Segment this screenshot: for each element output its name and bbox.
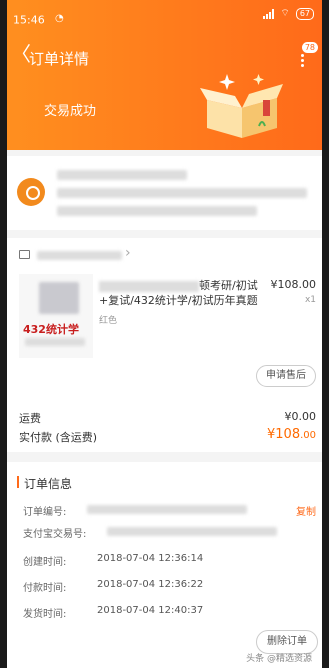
location-pin-icon	[17, 178, 45, 206]
shop-name-redacted[interactable]	[37, 251, 122, 260]
order-header: 15:46 ◔ ⌔ 67 〈 订单详情 78 交易成功	[7, 0, 322, 150]
address-line-redacted	[57, 188, 307, 198]
back-icon[interactable]: 〈	[11, 44, 31, 64]
shop-icon	[19, 250, 30, 259]
copy-button[interactable]: 复制	[296, 503, 316, 518]
thumbnail-label: 432统计学	[23, 323, 79, 336]
order-no-label: 订单编号:	[23, 507, 67, 518]
status-time: 15:46	[13, 13, 45, 27]
paid-label: 实付款 (含运费)	[19, 431, 98, 444]
section-accent-bar	[17, 476, 19, 488]
product-name[interactable]: 顿考研/初试+复试/432统计学/初试历年真题	[99, 278, 269, 308]
package-box-icon	[200, 74, 283, 138]
product-price: ¥108.00	[270, 278, 317, 291]
order-no-redacted	[87, 505, 247, 514]
paid-time-value: 2018-07-04 12:36:22	[97, 579, 204, 590]
order-info-title: 订单信息	[24, 477, 73, 491]
status-icons: ⌔ 67	[263, 7, 314, 20]
product-sku: 红色	[99, 316, 118, 326]
bell-icon: ◔	[55, 13, 64, 24]
product-quantity: x1	[304, 295, 316, 305]
watermark: 头条 @精选资源	[246, 654, 312, 664]
alipay-no-label: 支付宝交易号:	[23, 529, 87, 540]
message-badge: 78	[301, 42, 318, 53]
address-card[interactable]	[7, 156, 322, 230]
paid-time-label: 付款时间:	[23, 583, 67, 594]
product-thumbnail[interactable]: 432统计学	[19, 274, 93, 358]
shipping-value: ¥0.00	[284, 410, 317, 423]
more-icon[interactable]: 78	[296, 42, 318, 68]
after-sale-button[interactable]: 申请售后	[256, 365, 316, 387]
wifi-icon: ⌔	[280, 8, 290, 19]
page-title: 订单详情	[29, 50, 90, 68]
alipay-no-redacted	[107, 527, 277, 536]
shipping-label: 运费	[19, 412, 41, 425]
order-card: › 432统计学 顿考研/初试+复试/432统计学/初试历年真题 ¥108.00…	[7, 238, 322, 452]
shipped-time-value: 2018-07-04 12:40:37	[97, 605, 204, 616]
signal-icon	[263, 8, 275, 19]
paid-amount: ¥108.00	[267, 427, 316, 442]
created-time-value: 2018-07-04 12:36:14	[97, 553, 204, 564]
created-time-label: 创建时间:	[23, 557, 67, 568]
app-frame: 15:46 ◔ ⌔ 67 〈 订单详情 78 交易成功 › 432统计学 顿考研…	[7, 0, 322, 668]
battery-indicator: 67	[295, 7, 314, 20]
address-line-redacted	[57, 206, 257, 216]
status-bar: 15:46 ◔ ⌔ 67	[7, 0, 322, 27]
order-info-card: 订单信息 订单编号: 复制 支付宝交易号: 创建时间: 2018-07-04 1…	[7, 462, 322, 668]
shipped-time-label: 发货时间:	[23, 609, 67, 620]
recipient-name-redacted	[57, 170, 187, 180]
trade-status: 交易成功	[44, 104, 97, 119]
chevron-right-icon[interactable]: ›	[125, 245, 131, 261]
